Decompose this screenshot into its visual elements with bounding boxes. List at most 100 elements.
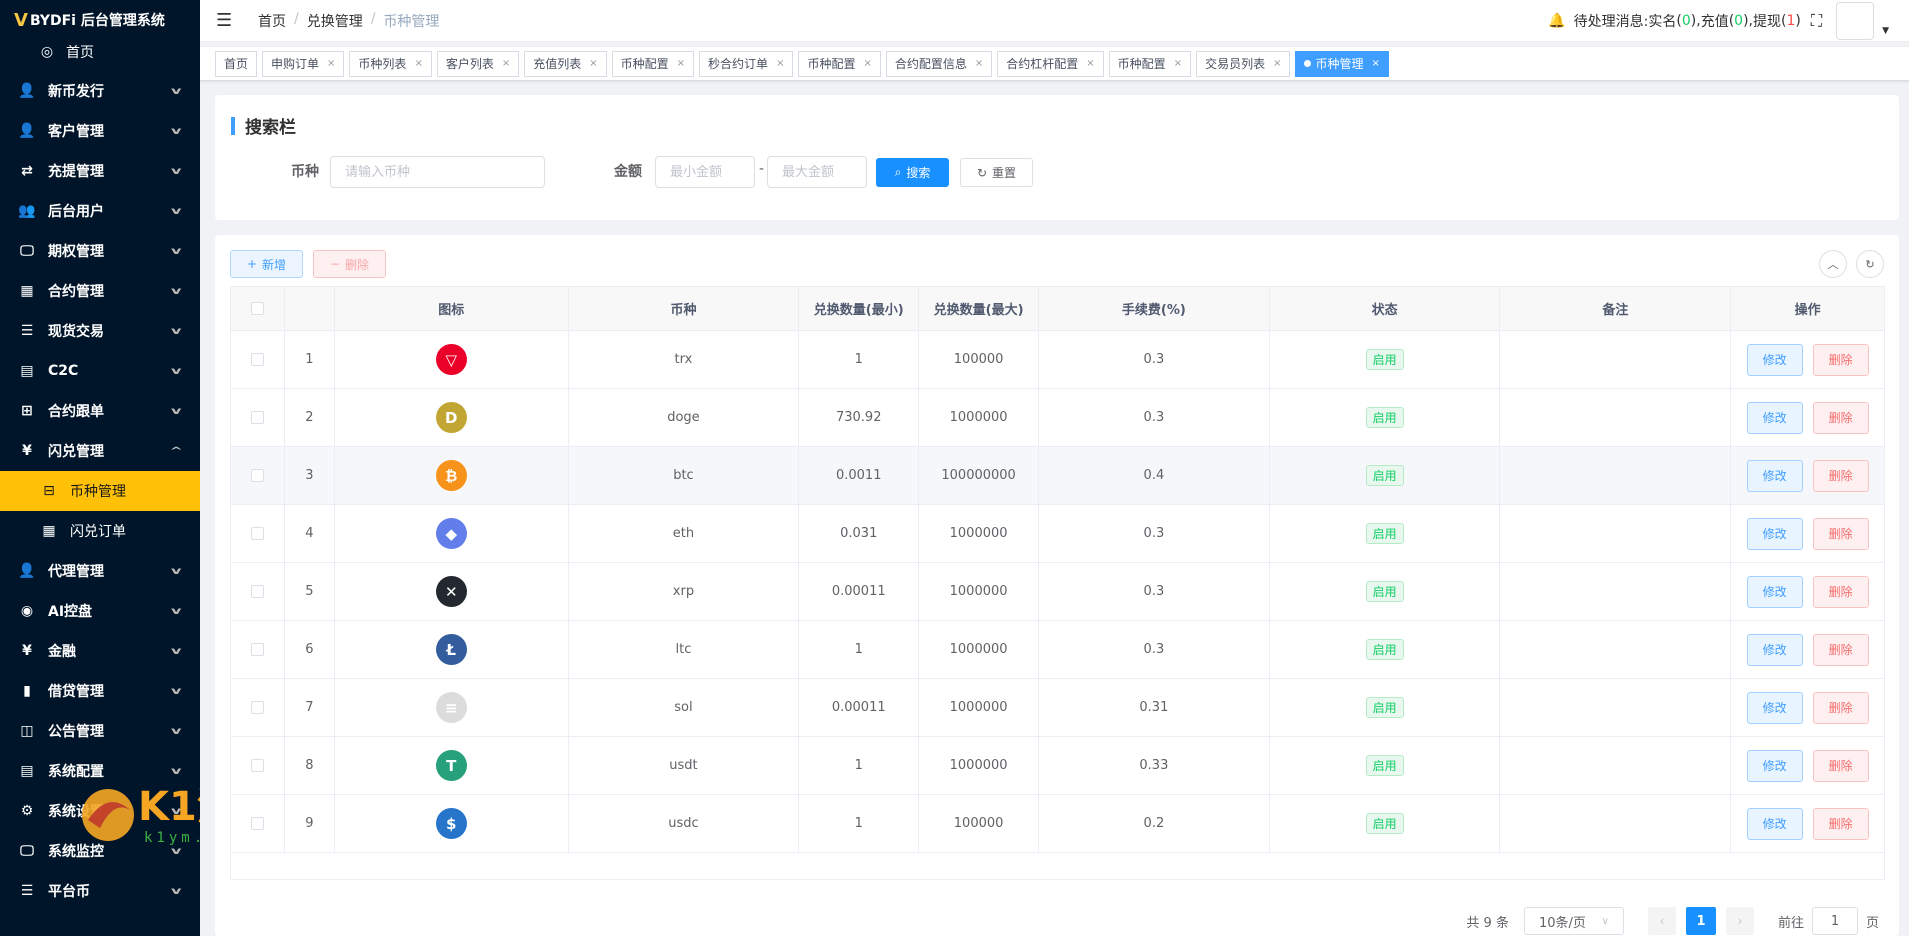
close-icon[interactable]: ×	[1174, 58, 1182, 69]
realname-label[interactable]: 实名	[1648, 11, 1676, 31]
edit-button[interactable]: 修改	[1746, 517, 1803, 550]
table-row[interactable]: 1 ▽ trx 1 100000 0.3 启用 修改 删除	[231, 331, 1884, 389]
page-size-select[interactable]: 10条/页 ∨	[1523, 907, 1624, 935]
row-checkbox[interactable]	[250, 469, 264, 482]
sidebar-item[interactable]: ▦ 合约管理 v	[0, 271, 200, 311]
prev-page-button[interactable]: ‹	[1647, 907, 1676, 935]
edit-button[interactable]: 修改	[1746, 807, 1803, 840]
edit-button[interactable]: 修改	[1746, 343, 1803, 376]
delete-button[interactable]: 删除	[1812, 401, 1869, 434]
sidebar-item[interactable]: ▤ C2C v	[0, 351, 200, 391]
search-button[interactable]: ⌕ 搜索	[876, 158, 949, 187]
delete-button[interactable]: 删除	[1812, 749, 1869, 782]
reset-button[interactable]: ↻ 重置	[960, 158, 1033, 187]
bell-icon[interactable]: 🔔	[1548, 13, 1565, 29]
sidebar-item[interactable]: 👤 客户管理 v	[0, 111, 200, 151]
batch-delete-button[interactable]: − 删除	[313, 250, 386, 278]
close-icon[interactable]: ×	[502, 58, 510, 69]
edit-button[interactable]: 修改	[1746, 401, 1803, 434]
close-icon[interactable]: ×	[1372, 58, 1380, 69]
sidebar-item[interactable]: 👥 后台用户 v	[0, 191, 200, 231]
next-page-button[interactable]: ›	[1725, 907, 1754, 935]
close-icon[interactable]: ×	[1273, 58, 1281, 69]
tag-item[interactable]: 币种配置 ×	[1108, 50, 1192, 77]
sidebar-item[interactable]: ☰ 现货交易 v	[0, 311, 200, 351]
row-checkbox[interactable]	[250, 527, 264, 540]
page-number[interactable]: 1	[1685, 907, 1716, 935]
tag-item[interactable]: 首页	[215, 50, 258, 77]
tag-item[interactable]: 合约配置信息 ×	[885, 50, 993, 77]
edit-button[interactable]: 修改	[1746, 691, 1803, 724]
row-checkbox[interactable]	[250, 643, 264, 656]
delete-button[interactable]: 删除	[1812, 691, 1869, 724]
sidebar-item[interactable]: ⊞ 合约跟单 v	[0, 391, 200, 431]
delete-button[interactable]: 删除	[1812, 807, 1869, 840]
tag-item[interactable]: 申购订单 ×	[262, 50, 345, 77]
tag-item[interactable]: 币种配置 ×	[798, 50, 881, 77]
sidebar-item[interactable]: ◫ 公告管理 v	[0, 711, 200, 751]
recharge-count[interactable]: 0	[1734, 13, 1743, 29]
close-icon[interactable]: ×	[863, 58, 871, 69]
delete-button[interactable]: 删除	[1812, 343, 1869, 376]
breadcrumb-item[interactable]: 首页	[258, 11, 286, 31]
sidebar-item-home[interactable]: ◎ 首页	[0, 40, 200, 64]
recharge-label[interactable]: 充值	[1701, 11, 1729, 31]
max-amount-input[interactable]	[767, 156, 867, 188]
table-row[interactable]: 3 ₿ btc 0.0011 100000000 0.4 启用 修改 删除	[231, 447, 1884, 505]
coin-input[interactable]	[330, 156, 545, 188]
row-checkbox[interactable]	[250, 759, 264, 772]
caret-down-icon[interactable]: ▼	[1882, 26, 1889, 36]
withdraw-label[interactable]: 提现	[1753, 11, 1781, 31]
sidebar-item[interactable]: ◉ AI控盘 v	[0, 591, 200, 631]
fullscreen-icon[interactable]: ⛶	[1811, 11, 1822, 31]
select-all-checkbox[interactable]	[250, 302, 264, 315]
toggle-search-button[interactable]: ︿	[1819, 250, 1847, 278]
table-row[interactable]: 5 ✕ xrp 0.00011 1000000 0.3 启用 修改 删除	[231, 563, 1884, 621]
sidebar-item[interactable]: 🖵 期权管理 v	[0, 231, 200, 271]
edit-button[interactable]: 修改	[1746, 575, 1803, 608]
sidebar-item[interactable]: ▮ 借贷管理 v	[0, 671, 200, 711]
table-row[interactable]: 9 $ usdc 1 100000 0.2 启用 修改 删除	[231, 795, 1884, 853]
column-header[interactable]	[231, 287, 285, 330]
sidebar-item[interactable]: 👤 新币发行 v	[0, 71, 200, 111]
close-icon[interactable]: ×	[414, 58, 422, 69]
tag-item[interactable]: 币种管理 ×	[1295, 50, 1389, 77]
withdraw-count[interactable]: 1	[1786, 13, 1795, 29]
sidebar-item[interactable]: ▦ 闪兑订单	[0, 511, 200, 551]
sidebar-item[interactable]: ¥ 闪兑管理 ^	[0, 431, 200, 471]
goto-page-input[interactable]: 1	[1811, 907, 1858, 935]
close-icon[interactable]: ×	[1086, 58, 1094, 69]
avatar[interactable]	[1836, 2, 1875, 40]
tag-item[interactable]: 交易员列表 ×	[1196, 50, 1291, 77]
row-checkbox[interactable]	[250, 585, 264, 598]
delete-button[interactable]: 删除	[1812, 517, 1869, 550]
tag-item[interactable]: 客户列表 ×	[436, 50, 520, 77]
table-row[interactable]: 4 ◆ eth 0.031 1000000 0.3 启用 修改 删除	[231, 505, 1884, 563]
row-checkbox[interactable]	[250, 701, 264, 714]
edit-button[interactable]: 修改	[1746, 749, 1803, 782]
close-icon[interactable]: ×	[327, 58, 335, 69]
tag-item[interactable]: 充值列表 ×	[524, 50, 607, 77]
breadcrumb-item[interactable]: 兑换管理	[307, 11, 363, 31]
refresh-table-button[interactable]: ↻	[1856, 250, 1884, 278]
row-checkbox[interactable]	[250, 817, 264, 830]
sidebar-item[interactable]: 🖵 系统监控 v	[0, 831, 200, 871]
min-amount-input[interactable]	[655, 156, 755, 188]
delete-button[interactable]: 删除	[1812, 633, 1869, 666]
table-row[interactable]: 6 Łltc 1 1000000 0.3 启用 修改 删除	[231, 621, 1884, 679]
delete-button[interactable]: 删除	[1812, 575, 1869, 608]
table-row[interactable]: 7 ≡ sol 0.00011 1000000 0.31 启用 修改 删除	[231, 679, 1884, 737]
sidebar-item[interactable]: ⚙ 系统设置 v	[0, 791, 200, 831]
close-icon[interactable]: ×	[975, 58, 983, 69]
sidebar-item[interactable]: ⇄ 充提管理 v	[0, 151, 200, 191]
close-icon[interactable]: ×	[776, 58, 784, 69]
sidebar-item[interactable]: ▤ 系统配置 v	[0, 751, 200, 791]
tag-item[interactable]: 币种配置 ×	[611, 50, 695, 77]
sidebar-item[interactable]: ¥ 金融 v	[0, 631, 200, 671]
tag-item[interactable]: 币种列表 ×	[349, 50, 432, 77]
close-icon[interactable]: ×	[677, 58, 685, 69]
row-checkbox[interactable]	[250, 353, 264, 366]
edit-button[interactable]: 修改	[1746, 633, 1803, 666]
table-row[interactable]: 8 Tusdt 1 1000000 0.33 启用 修改 删除	[231, 737, 1884, 795]
tag-item[interactable]: 合约杠杆配置 ×	[997, 50, 1104, 77]
